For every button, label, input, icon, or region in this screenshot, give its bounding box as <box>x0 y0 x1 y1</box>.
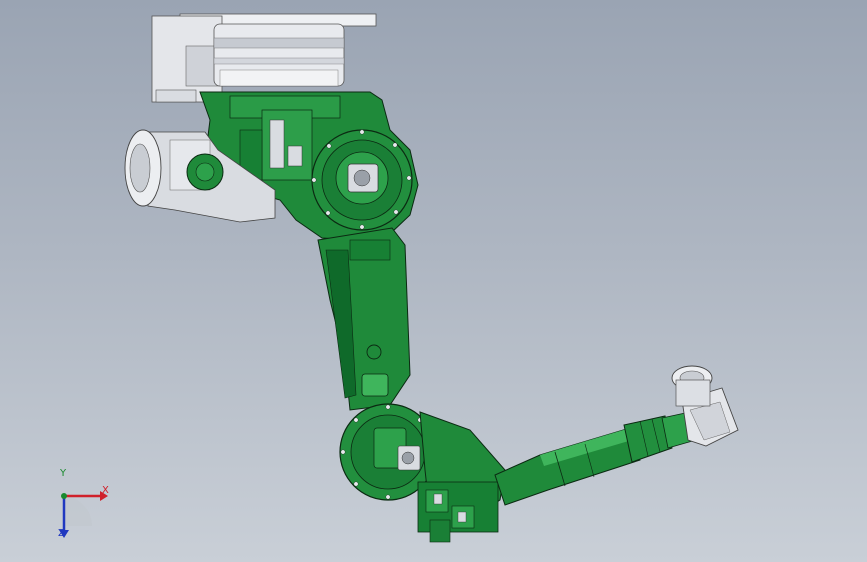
y-axis-label: Y <box>60 468 67 479</box>
mounting-base[interactable] <box>151 13 377 103</box>
y-axis-dot <box>61 493 67 499</box>
x-axis-label: X <box>102 485 109 496</box>
z-axis-label: Z <box>58 528 65 539</box>
orientation-triad: X Y Z <box>40 468 130 550</box>
forearm-tube[interactable] <box>494 411 697 506</box>
cad-3d-viewport[interactable]: X Y Z <box>0 0 867 562</box>
upper-arm-link[interactable] <box>317 227 411 411</box>
triad-axes-icon <box>59 491 108 538</box>
elbow-joint[interactable] <box>339 403 506 543</box>
robot-arm-model[interactable] <box>0 0 867 562</box>
